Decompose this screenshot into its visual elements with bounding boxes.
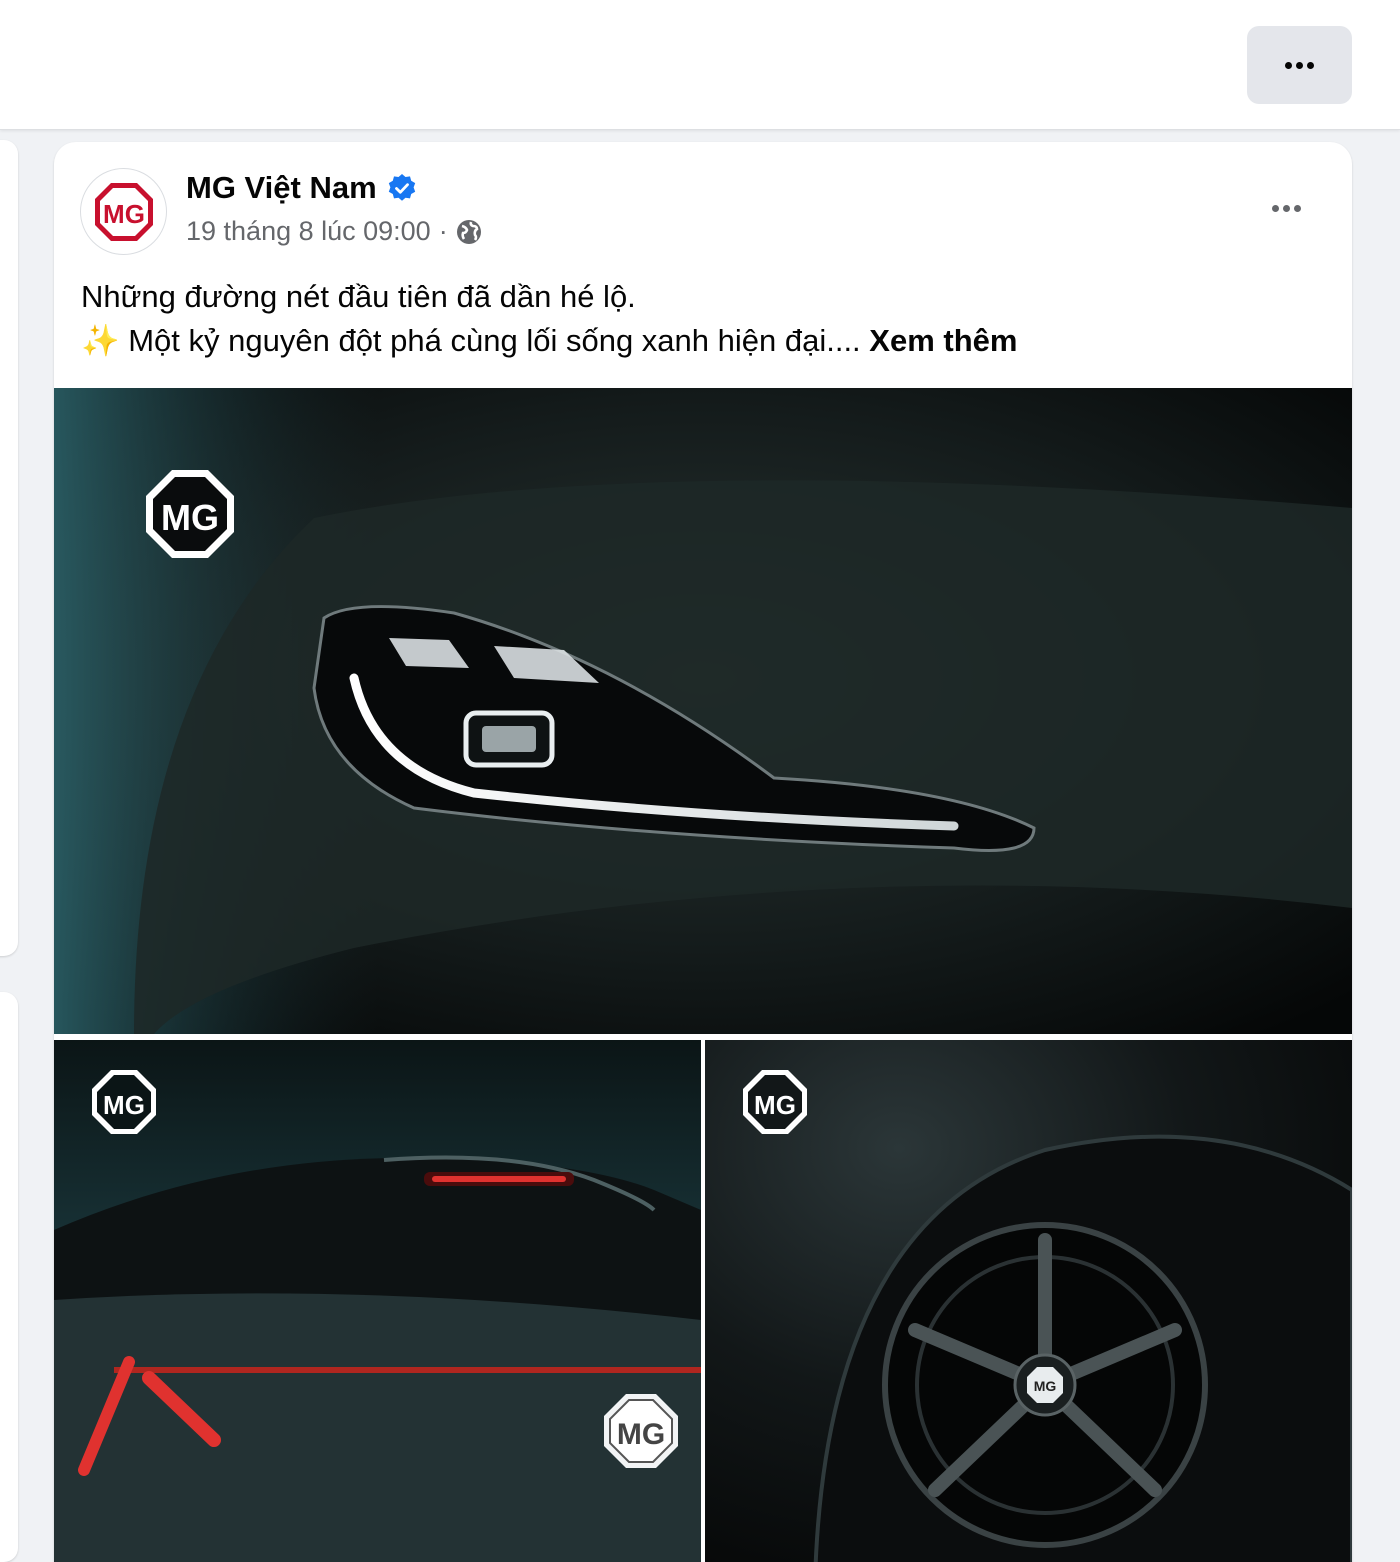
post-text-line-2-content: Một kỷ nguyên đột phá cùng lối sống xanh… (128, 323, 861, 358)
see-more-link[interactable]: Xem thêm (869, 323, 1017, 358)
mg-logo-icon: MG (146, 470, 234, 558)
more-horizontal-icon (1271, 204, 1301, 212)
mg-logo-icon: MG (92, 1070, 156, 1134)
headlight-image: MG (54, 388, 1352, 1034)
meta-separator: · (438, 216, 448, 246)
car-badge-text: MG (617, 1418, 665, 1451)
author-name[interactable]: MG Việt Nam (186, 170, 377, 206)
post-timestamp[interactable]: 19 tháng 8 lúc 09:00 (186, 216, 431, 247)
photo-logo-text: MG (103, 1090, 145, 1120)
post-card: MG MG Việt Nam 19 tháng 8 lúc 09:00 · Nh… (54, 142, 1352, 1562)
more-options-button[interactable] (1247, 26, 1352, 104)
taillight-image: MG MG (54, 1040, 701, 1562)
avatar[interactable]: MG (80, 168, 167, 255)
hub-logo-text: MG (1034, 1378, 1057, 1394)
verified-badge-icon (388, 174, 415, 201)
mg-logo-icon: MG (94, 182, 153, 241)
mg-logo-icon: MG (743, 1070, 807, 1134)
more-horizontal-icon (1285, 61, 1314, 69)
post-photo-wheel[interactable]: MG MG (705, 1040, 1352, 1562)
wheel-hub-logo-icon: MG (1027, 1367, 1063, 1403)
post-meta: 19 tháng 8 lúc 09:00 · (186, 216, 482, 247)
photo-logo-text: MG (754, 1090, 796, 1120)
post-options-button[interactable] (1258, 188, 1314, 228)
adjacent-card (0, 140, 18, 956)
sparkles-emoji: ✨ (81, 323, 120, 358)
wheel-image: MG MG (705, 1040, 1352, 1562)
post-text-line-2: ✨ Một kỷ nguyên đột phá cùng lối sống xa… (81, 319, 1321, 363)
post-text-line-1: Những đường nét đầu tiên đã dần hé lộ. (81, 279, 636, 314)
top-bar (0, 0, 1400, 130)
globe-icon (456, 219, 481, 244)
photo-logo-text: MG (161, 497, 219, 538)
post-photo-headlight[interactable]: MG (54, 388, 1352, 1034)
post-text: Những đường nét đầu tiên đã dần hé lộ. ✨… (81, 275, 1321, 363)
mg-badge-icon: MG (604, 1394, 678, 1468)
adjacent-card (0, 992, 18, 1562)
avatar-logo-text: MG (103, 199, 145, 229)
author-row: MG Việt Nam (186, 170, 417, 206)
post-photo-taillight[interactable]: MG MG (54, 1040, 701, 1562)
